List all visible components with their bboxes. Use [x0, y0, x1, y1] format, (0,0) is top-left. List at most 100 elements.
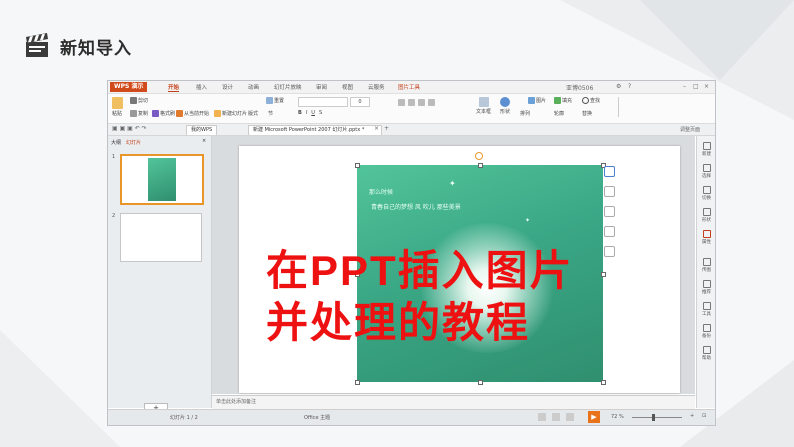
- crop-icon[interactable]: [604, 226, 615, 237]
- sidebar-item-properties[interactable]: 属性: [701, 230, 712, 245]
- fill-icon: [554, 97, 561, 104]
- tab-document[interactable]: 新建 Microsoft PowerPoint 2007 幻灯片.pptx *: [248, 125, 382, 135]
- resize-handle[interactable]: [355, 380, 360, 385]
- reading-view-icon[interactable]: [566, 413, 574, 421]
- fit-window-icon[interactable]: ⊡: [702, 413, 706, 419]
- sidebar-item-upload[interactable]: 传图: [701, 258, 712, 273]
- tab-design[interactable]: 设计: [222, 83, 233, 91]
- wps-logo[interactable]: WPS 演示: [110, 82, 148, 92]
- close-icon[interactable]: ×: [704, 83, 709, 90]
- slide-thumbnail-1[interactable]: [120, 154, 204, 205]
- normal-view-icon[interactable]: [538, 413, 546, 421]
- user-name[interactable]: 亚博0506: [566, 83, 593, 92]
- paste-button[interactable]: 粘贴: [112, 97, 123, 117]
- resize-handle[interactable]: [355, 163, 360, 168]
- format-painter-button[interactable]: 格式刷: [152, 110, 175, 117]
- zoom-slider-thumb[interactable]: [652, 414, 655, 421]
- align-icon[interactable]: [428, 99, 435, 106]
- star-icon: ✦: [449, 179, 456, 188]
- help-icon[interactable]: ?: [628, 83, 631, 90]
- find-button[interactable]: 查找: [582, 97, 600, 104]
- stack-icon[interactable]: [604, 186, 615, 197]
- tab-outline[interactable]: 大纲: [111, 139, 121, 146]
- resize-handle[interactable]: [478, 380, 483, 385]
- sidebar-item-recommend[interactable]: 推荐: [701, 280, 712, 295]
- number-list-icon[interactable]: [408, 99, 415, 106]
- new-tab-icon[interactable]: +: [384, 125, 389, 132]
- layer-icon[interactable]: [604, 166, 615, 177]
- outline-button[interactable]: 轮廓: [554, 110, 564, 117]
- arrange-button[interactable]: 排列: [520, 110, 530, 117]
- tab-home[interactable]: 开始: [168, 83, 180, 92]
- bold-button[interactable]: B: [298, 110, 302, 116]
- picture-mini-toolbar: [604, 166, 618, 266]
- picture-button[interactable]: 图片: [528, 97, 546, 104]
- section-button[interactable]: 节: [268, 110, 273, 117]
- indent-icon[interactable]: [418, 99, 425, 106]
- fill-button[interactable]: 填充: [554, 97, 572, 104]
- reset-button[interactable]: 重置: [266, 97, 284, 104]
- slide-thumbnail-2[interactable]: [120, 213, 202, 262]
- status-bar: 幻灯片 1 / 2 Office 主题 ▶ 72 % + ⊡: [108, 409, 715, 425]
- notes-area[interactable]: 单击此处添加备注: [212, 395, 695, 409]
- font-name-select[interactable]: [298, 97, 348, 107]
- resize-handle[interactable]: [601, 272, 606, 277]
- copy-button[interactable]: 复制: [130, 110, 148, 117]
- poem-line: 青春自己的梦想 风 吹儿 那些美景: [371, 204, 461, 211]
- transition-icon: [702, 186, 711, 194]
- tab-my-wps[interactable]: 我的WPS: [186, 125, 218, 135]
- tab-insert[interactable]: 插入: [196, 83, 207, 91]
- italic-button[interactable]: I: [306, 110, 307, 116]
- quick-access-icons[interactable]: ▣ ▣ ▣ ↶ ↷: [112, 125, 147, 132]
- select-icon: [702, 164, 711, 172]
- resize-handle[interactable]: [601, 380, 606, 385]
- bullet-list-icon[interactable]: [398, 99, 405, 106]
- maximize-icon[interactable]: □: [693, 83, 699, 90]
- adjust-page-label[interactable]: 调整页面: [680, 126, 700, 133]
- sorter-view-icon[interactable]: [552, 413, 560, 421]
- font-size-select[interactable]: 0: [350, 97, 370, 107]
- zoom-in-icon[interactable]: +: [690, 413, 694, 419]
- ribbon-right-area: [618, 97, 709, 117]
- sidebar-item-help[interactable]: 帮助: [701, 346, 712, 361]
- brush-icon: [152, 110, 159, 117]
- tab-animation[interactable]: 动画: [248, 83, 259, 91]
- sidebar-item-shape[interactable]: 形状: [701, 208, 712, 223]
- resize-handle[interactable]: [478, 163, 483, 168]
- replace-button[interactable]: 替换: [582, 110, 592, 117]
- play-slideshow-button[interactable]: ▶: [588, 411, 600, 423]
- shape-button[interactable]: 形状: [500, 97, 510, 115]
- underline-button[interactable]: U: [311, 110, 315, 116]
- textbox-button[interactable]: 文本框: [476, 97, 491, 115]
- overlay-line-2: 并处理的教程: [266, 299, 531, 346]
- tab-cloud[interactable]: 云服务: [368, 83, 385, 91]
- minimize-icon[interactable]: –: [683, 83, 686, 90]
- settings-icon[interactable]: ⚙: [616, 83, 621, 90]
- frame-icon[interactable]: [604, 246, 615, 257]
- tab-picture-tools[interactable]: 图片工具: [398, 83, 420, 91]
- tab-review[interactable]: 审阅: [316, 83, 327, 91]
- play-from-current-button[interactable]: 从当前开始: [176, 110, 209, 117]
- layout-button[interactable]: 版式: [248, 110, 258, 117]
- tab-slideshow[interactable]: 幻灯片放映: [274, 83, 302, 91]
- slide-count: 幻灯片 1 / 2: [170, 415, 198, 421]
- shape-icon: [500, 97, 510, 107]
- close-panel-icon[interactable]: ×: [202, 138, 206, 144]
- tab-slides[interactable]: 幻灯片: [126, 139, 141, 146]
- strike-button[interactable]: S: [319, 110, 322, 116]
- search-icon: [582, 97, 589, 104]
- sidebar-item-select[interactable]: 选择: [701, 164, 712, 179]
- tab-view[interactable]: 视图: [342, 83, 353, 91]
- sidebar-item-transition[interactable]: 切换: [701, 186, 712, 201]
- sidebar-item-new[interactable]: 新建: [701, 142, 712, 157]
- cut-button[interactable]: 剪切: [130, 97, 148, 104]
- help-icon: [702, 346, 711, 354]
- close-tab-icon[interactable]: ×: [374, 125, 379, 132]
- sidebar-item-backup[interactable]: 备份: [701, 324, 712, 339]
- zoom-slider[interactable]: [632, 417, 682, 418]
- zoom-icon[interactable]: [604, 206, 615, 217]
- sidebar-item-tools[interactable]: 工具: [701, 302, 712, 317]
- new-slide-button[interactable]: 新建幻灯片: [214, 110, 247, 117]
- reset-icon: [266, 97, 273, 104]
- rotate-handle[interactable]: [475, 152, 483, 160]
